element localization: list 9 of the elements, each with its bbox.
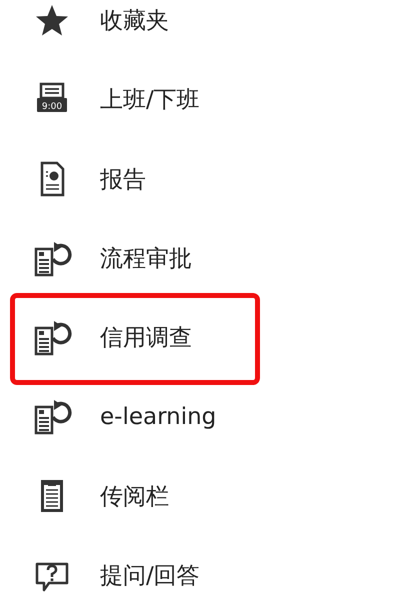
document-refresh-icon: [32, 397, 72, 438]
menu-item-label[interactable]: 上班/下班: [100, 84, 200, 116]
menu-item-label[interactable]: 提问/回答: [100, 560, 200, 592]
menu-item-label[interactable]: 报告: [100, 164, 146, 195]
menu-item-label[interactable]: 传阅栏: [100, 480, 169, 512]
menu-item-label[interactable]: 收藏夹: [100, 5, 169, 36]
menu-item-label[interactable]: 信用调查: [100, 322, 192, 354]
menu-item-label[interactable]: e-learning: [100, 404, 216, 430]
menu-item-label[interactable]: 流程审批: [100, 243, 192, 274]
